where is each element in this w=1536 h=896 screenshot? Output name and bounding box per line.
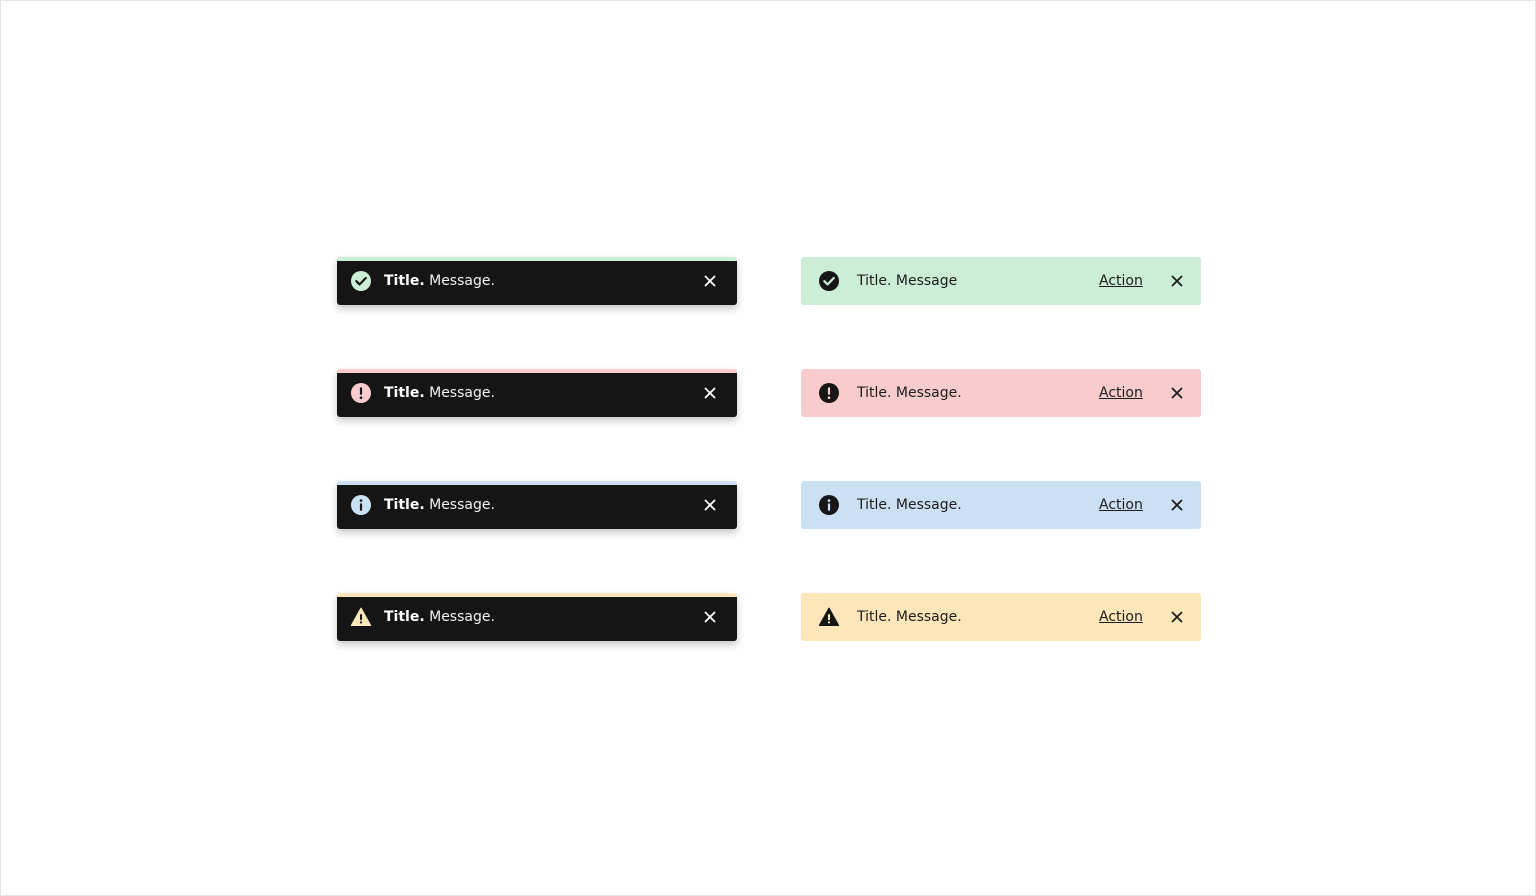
toast-info-dark: Title. Message. <box>337 481 737 529</box>
toast-warning-dark: Title. Message. <box>337 593 737 641</box>
info-circle-icon <box>818 494 840 516</box>
banner-warning: Title. Message. Action <box>801 593 1201 641</box>
toast-title: Title. <box>384 497 425 513</box>
close-icon[interactable] <box>1169 385 1185 401</box>
check-circle-icon <box>350 270 372 292</box>
toast-text: Title. Message. <box>384 608 495 626</box>
banner-text: Title. Message. <box>857 385 962 401</box>
close-icon[interactable] <box>702 497 718 513</box>
close-icon[interactable] <box>1169 609 1185 625</box>
close-icon[interactable] <box>702 609 718 625</box>
banner-info: Title. Message. Action <box>801 481 1201 529</box>
exclamation-circle-icon <box>818 382 840 404</box>
toast-message: Message. <box>429 385 495 401</box>
toast-title: Title. <box>384 273 425 289</box>
close-icon[interactable] <box>1169 497 1185 513</box>
toast-text: Title. Message. <box>384 272 495 290</box>
action-link[interactable]: Action <box>1099 272 1143 290</box>
toast-error-dark: Title. Message. <box>337 369 737 417</box>
banner-error: Title. Message. Action <box>801 369 1201 417</box>
close-icon[interactable] <box>1169 273 1185 289</box>
toast-text: Title. Message. <box>384 496 495 514</box>
warning-triangle-icon <box>818 606 840 628</box>
banner-text: Title. Message. <box>857 497 962 513</box>
close-icon[interactable] <box>702 273 718 289</box>
toast-title: Title. <box>384 609 425 625</box>
action-link[interactable]: Action <box>1099 496 1143 514</box>
check-circle-icon <box>818 270 840 292</box>
canvas: Title. Message. Title. Message. Title. M… <box>0 0 1536 896</box>
banner-text: Title. Message. <box>857 609 962 625</box>
exclamation-circle-icon <box>350 382 372 404</box>
info-circle-icon <box>350 494 372 516</box>
close-icon[interactable] <box>702 385 718 401</box>
toast-message: Message. <box>429 609 495 625</box>
toast-title: Title. <box>384 385 425 401</box>
toast-text: Title. Message. <box>384 384 495 402</box>
toast-message: Message. <box>429 497 495 513</box>
action-link[interactable]: Action <box>1099 608 1143 626</box>
warning-triangle-icon <box>350 606 372 628</box>
banner-text: Title. Message <box>857 273 958 289</box>
banner-success: Title. Message Action <box>801 257 1201 305</box>
toast-message: Message. <box>429 273 495 289</box>
action-link[interactable]: Action <box>1099 384 1143 402</box>
toast-success-dark: Title. Message. <box>337 257 737 305</box>
